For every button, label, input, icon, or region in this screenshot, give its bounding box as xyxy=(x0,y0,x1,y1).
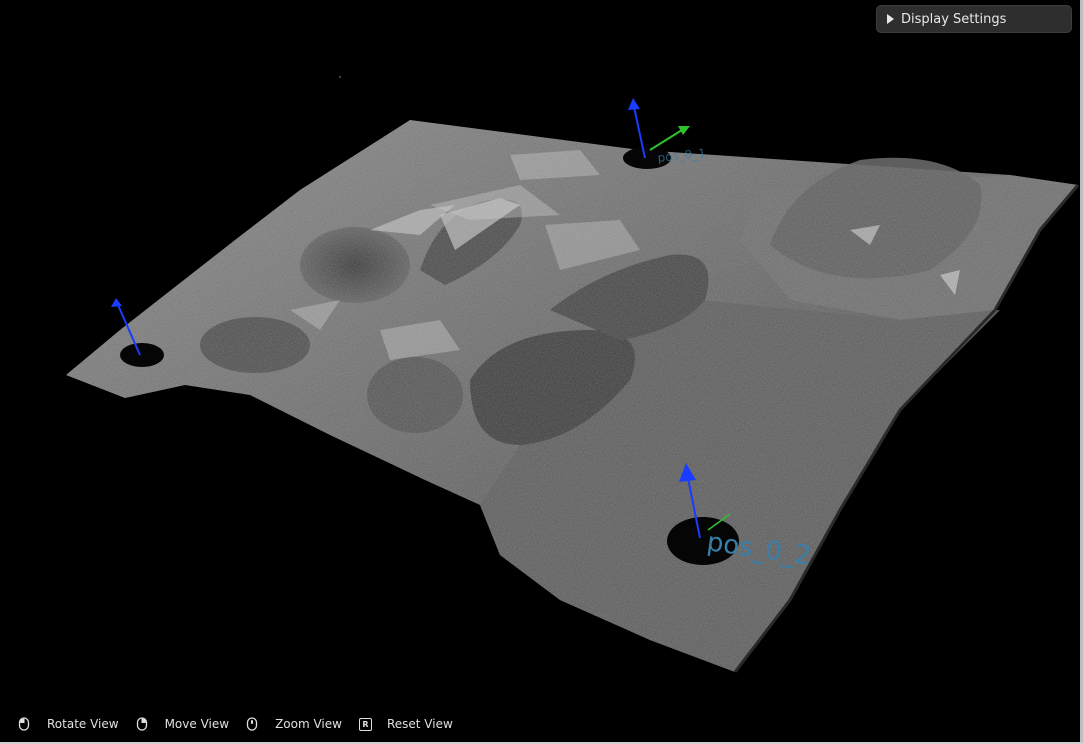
r-key-icon: R xyxy=(358,717,372,731)
point-cloud-scene[interactable]: pos_0_1 pos_0_2 xyxy=(0,0,1083,744)
rotate-view-hint: Rotate View xyxy=(18,717,119,731)
expand-arrow-icon[interactable] xyxy=(887,14,894,24)
zoom-view-hint: Zoom View xyxy=(246,717,342,731)
reset-view-hint: R Reset View xyxy=(358,717,453,731)
move-view-label: Move View xyxy=(164,717,230,731)
z-axis-arrowhead xyxy=(628,98,640,110)
mouse-right-icon xyxy=(136,717,147,731)
3d-viewport[interactable]: pos_0_1 pos_0_2 Display Settings Rotate … xyxy=(0,0,1083,744)
hole-left xyxy=(120,343,164,367)
move-view-hint: Move View xyxy=(136,717,229,731)
stray-point xyxy=(339,76,341,78)
display-settings-panel[interactable]: Display Settings xyxy=(876,5,1072,33)
rotate-view-label: Rotate View xyxy=(47,717,119,731)
y-axis-arrow xyxy=(649,129,683,151)
view-controls-hint: Rotate View Move View Zoom View R Reset … xyxy=(18,714,470,734)
display-settings-label[interactable]: Display Settings xyxy=(901,12,1006,27)
mouse-wheel-icon xyxy=(246,717,258,731)
reset-view-label: Reset View xyxy=(386,717,453,731)
mouse-left-icon xyxy=(18,717,30,731)
zoom-view-label: Zoom View xyxy=(275,717,342,731)
scanned-surface xyxy=(66,120,1080,673)
z-axis-arrowhead xyxy=(111,298,122,307)
